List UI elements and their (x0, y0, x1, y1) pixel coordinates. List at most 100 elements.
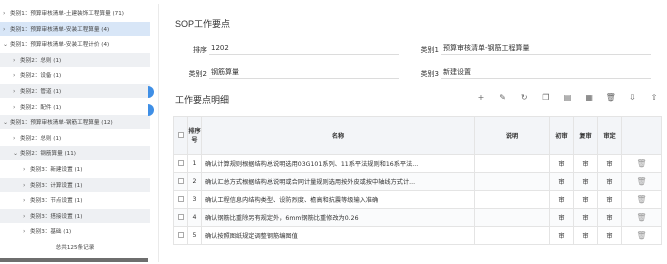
tree-item[interactable]: › 类别3：节点设置 (1) (0, 193, 150, 207)
header-final-review: 审定 (597, 116, 622, 155)
chevron-down-icon[interactable]: ⌄ (13, 147, 20, 160)
seq-field[interactable]: 1202 (209, 43, 399, 55)
select-all-checkbox[interactable] (173, 116, 188, 155)
tree-item[interactable]: › 类别2：设备 (1) (0, 68, 150, 82)
table-row[interactable]: 5 确认按照图纸规定调整钢筋编图值审审审 🗑 (173, 226, 662, 245)
tree-item-label: 类别1：预算审核清单-钢筋工程算量 (12) (10, 120, 113, 127)
cell-final-review: 审 (597, 226, 622, 245)
tree-item[interactable]: ⌄ 类别1：预算审核清单-安装工程计价 (4) (0, 37, 150, 51)
row-checkbox[interactable] (173, 172, 188, 191)
trash-icon[interactable]: 🗑 (636, 159, 646, 168)
collapse-tab-bottom[interactable] (148, 104, 154, 116)
cell-desc (474, 226, 550, 245)
tree-item[interactable]: › 类别1：预算审核清单-安装工程算量 (4) (0, 21, 150, 36)
cat2-label: 类别2 (188, 70, 207, 78)
row-checkbox[interactable] (173, 154, 188, 173)
trash-icon[interactable]: 🗑 (636, 231, 646, 240)
row-checkbox[interactable] (173, 190, 188, 209)
tree-item[interactable]: › 类别1：预算审核清单-土建装饰工程算量 (71) (0, 6, 150, 20)
tree-item-label: 类别2：管道 (1) (20, 89, 62, 95)
import-icon[interactable]: ⇩ (626, 92, 638, 104)
header-name: 名称 (201, 116, 475, 155)
chevron-right-icon[interactable]: › (3, 7, 10, 20)
tree-item-label: 类别3：节点设置 (1) (30, 198, 83, 205)
table-row[interactable]: 2 确认汇总方式根据结构总说明或合同计量规则选用按外皮或按中轴线方式计... 审审审… (173, 172, 662, 191)
cat1-field[interactable]: 预算审核清单-钢筋工程算量 (441, 43, 651, 55)
cell-desc (474, 190, 550, 209)
copy-icon[interactable]: ❐ (540, 92, 552, 104)
chevron-down-icon[interactable]: ⌄ (3, 38, 10, 51)
tree-item[interactable]: › 类别3：搭接设置 (1) (0, 208, 150, 223)
cell-desc (474, 172, 550, 191)
row-delete-cell[interactable]: 🗑 (621, 190, 662, 209)
trash-icon[interactable]: 🗑 (636, 213, 646, 222)
tree-item-label: 类别3：基础 (1) (30, 229, 72, 236)
trash-icon[interactable]: 🗑 (636, 177, 646, 186)
tree-item[interactable]: › 类别3：基础 (1) (0, 224, 150, 238)
cat3-field[interactable]: 新建设置 (441, 67, 651, 79)
cell-seq: 2 (187, 172, 202, 191)
tree-item[interactable]: › 类别2：管道 (1) (0, 84, 150, 98)
delete-icon[interactable]: 🗑 (605, 92, 617, 104)
chevron-right-icon[interactable]: › (13, 85, 20, 98)
table-row[interactable]: 3 确认工程信息内结构类型、设防烈度、檐高和抗震等级输入准确审审审 🗑 (173, 190, 662, 209)
cell-desc (474, 154, 550, 173)
cell-final-review: 审 (597, 208, 622, 227)
tree-item-label: 类别3：新建设置 (1) (30, 167, 83, 173)
chevron-right-icon[interactable]: › (23, 163, 30, 176)
chevron-right-icon[interactable]: › (23, 194, 30, 207)
tree-item[interactable]: ⌄ 类别1：预算审核清单-钢筋工程算量 (12) (0, 115, 150, 130)
row-checkbox[interactable] (173, 226, 188, 245)
chevron-down-icon[interactable]: ⌄ (3, 116, 10, 129)
chevron-right-icon[interactable]: › (13, 69, 20, 82)
tree-item[interactable]: › 类别2：总则 (1) (0, 131, 150, 145)
tree-item-label: 类别2：设备 (1) (20, 73, 62, 80)
cell-final-review: 审 (597, 154, 622, 173)
tree-scrollbar[interactable] (0, 258, 148, 262)
category-tree: › 类别1：预算审核清单-土建装饰工程算量 (71) › 类别1：预算审核清单-安装工… (0, 0, 152, 264)
tree-item[interactable]: › 类别2：配件 (1) (0, 100, 150, 114)
row-delete-cell[interactable]: 🗑 (621, 208, 662, 227)
export-icon[interactable]: ⇧ (648, 92, 660, 104)
header-actions (621, 116, 662, 155)
plus-icon[interactable]: + (475, 92, 487, 104)
row-delete-cell[interactable]: 🗑 (621, 172, 662, 191)
chevron-right-icon[interactable]: › (23, 225, 30, 238)
chevron-right-icon[interactable]: › (23, 210, 30, 223)
table-row[interactable]: 1 确认计算规则根据结构总说明选用03G101系列、11系平法规则和16系平法..… (173, 154, 662, 173)
trash-icon[interactable]: 🗑 (636, 195, 646, 204)
cell-final-review: 审 (597, 172, 622, 191)
chevron-right-icon[interactable]: › (13, 54, 20, 67)
cat2-field[interactable]: 钢筋算量 (209, 67, 399, 79)
section-title-detail: 工作要点明细 (175, 95, 230, 105)
tree-item[interactable]: › 类别2：总则 (1) (0, 52, 150, 67)
row-checkbox[interactable] (173, 208, 188, 227)
tree-item-label: 类别3：计算设置 (1) (30, 182, 83, 189)
refresh-icon[interactable]: ↻ (518, 92, 530, 104)
chevron-right-icon[interactable]: › (3, 23, 10, 36)
cell-first-review: 审 (549, 208, 574, 227)
chevron-right-icon[interactable]: › (13, 132, 20, 145)
collapse-tab-top[interactable] (148, 86, 154, 98)
tree-item[interactable]: ⌄ 类别2：钢筋算量 (11) (0, 146, 150, 161)
tree-item[interactable]: › 类别3：新建设置 (1) (0, 162, 150, 176)
cell-seq: 1 (187, 154, 202, 173)
chevron-right-icon[interactable]: › (23, 179, 30, 192)
row-delete-cell[interactable]: 🗑 (621, 226, 662, 245)
cell-seq: 5 (187, 226, 202, 245)
row-delete-cell[interactable]: 🗑 (621, 154, 662, 173)
table-row[interactable]: 4 确认钢筋比重除另有规定外，6mm钢筋比重修改为0.26 审审审 🗑 (173, 208, 662, 227)
grid-icon[interactable]: ▦ (583, 92, 595, 104)
header-second-review: 复审 (573, 116, 598, 155)
cell-seq: 4 (187, 208, 202, 227)
cell-name: 确认计算规则根据结构总说明选用03G101系列、11系平法规则和16系平法... (201, 154, 475, 173)
paste-icon[interactable]: ▤ (562, 92, 574, 104)
cell-final-review: 审 (597, 190, 622, 209)
seq-label: 排序 (193, 46, 207, 54)
chevron-right-icon[interactable]: › (13, 101, 20, 114)
tree-footer-record-count: 总共125条记录 (55, 245, 95, 251)
edit-icon[interactable]: ✎ (497, 92, 509, 104)
tree-item[interactable]: › 类别3：计算设置 (1) (0, 177, 150, 192)
cell-first-review: 审 (549, 226, 574, 245)
cell-second-review: 审 (573, 208, 598, 227)
